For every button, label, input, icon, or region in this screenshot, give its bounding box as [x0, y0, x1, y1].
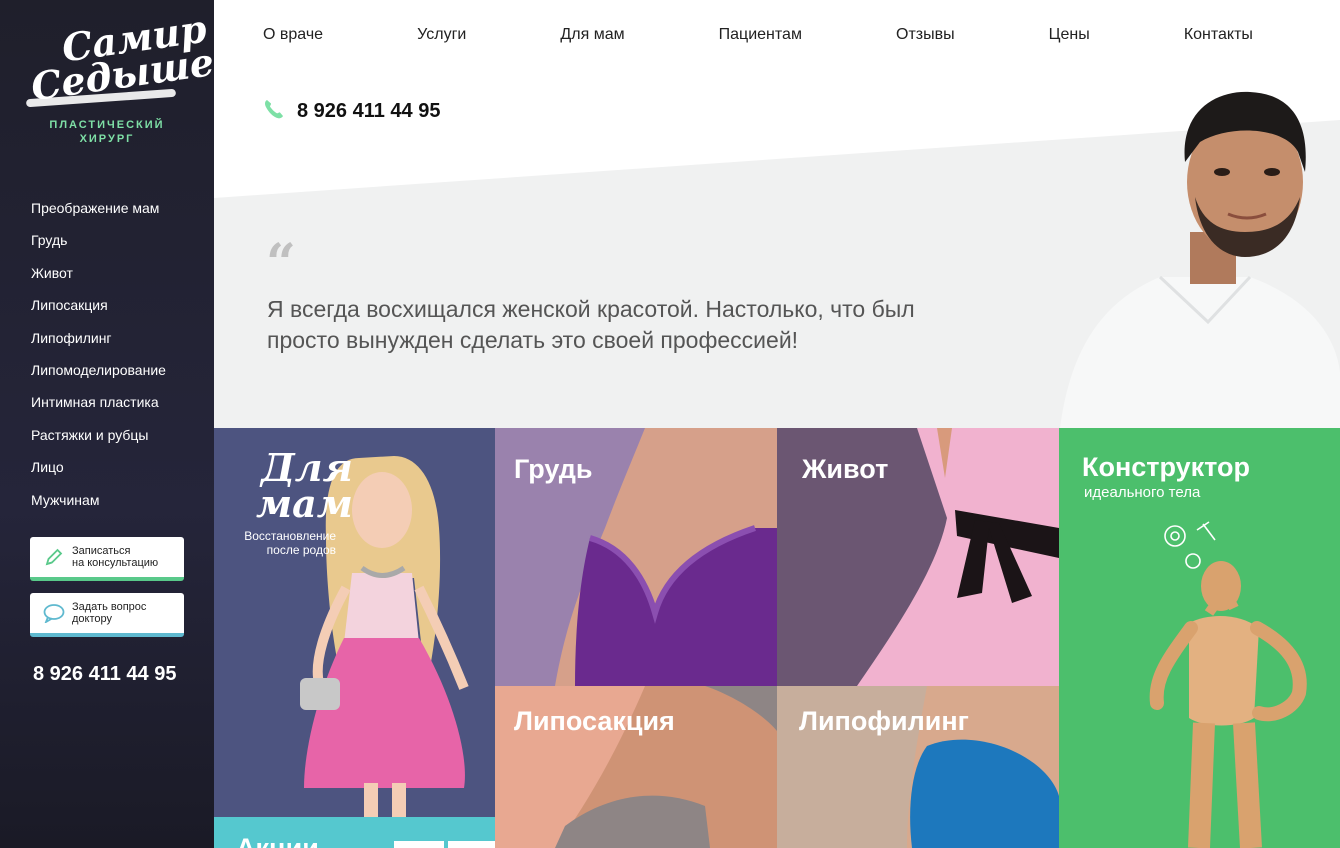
ask-doctor-line1: Задать вопрос	[72, 601, 147, 613]
speech-bubble-icon	[40, 603, 68, 623]
sidebar: Самир Седышев ПЛАСТИЧЕСКИЙ ХИРУРГ Преобр…	[0, 0, 241, 848]
sidebar-item-mom-makeover[interactable]: Преображение мам	[31, 192, 166, 224]
tile-promotions-title: Акции	[236, 833, 319, 848]
tile-abdomen[interactable]: Живот	[777, 428, 1059, 686]
header-phone[interactable]: 8 926 411 44 95	[263, 98, 440, 125]
logo-subtitle: ПЛАСТИЧЕСКИЙ ХИРУРГ	[22, 118, 192, 146]
phone-icon	[263, 98, 285, 125]
sidebar-item-intimate[interactable]: Интимная пластика	[31, 386, 166, 418]
sidebar-item-breast[interactable]: Грудь	[31, 224, 166, 256]
tile-body-constructor-title: Конструктор	[1082, 452, 1251, 482]
book-consultation-line2: на консультацию	[72, 557, 159, 569]
sidebar-item-lipofilling[interactable]: Липофилинг	[31, 322, 166, 354]
ask-doctor-label: Задать вопрос доктору	[72, 601, 146, 625]
book-consultation-line1: Записаться	[72, 545, 131, 557]
quote-text: Я всегда восхищался женской красотой. На…	[267, 296, 915, 353]
tile-liposuction[interactable]: Липосакция	[495, 686, 777, 848]
tile-promotions[interactable]: Акции	[214, 817, 495, 848]
tile-for-moms-title: Для мам	[256, 449, 353, 526]
sidebar-item-liposuction[interactable]: Липосакция	[31, 289, 166, 321]
tile-breast[interactable]: Грудь	[495, 428, 777, 686]
gear-icon	[1164, 521, 1216, 569]
header-phone-number: 8 926 411 44 95	[297, 100, 441, 122]
tile-body-constructor-subtitle: идеального тела	[1084, 484, 1201, 501]
tile-abdomen-title: Живот	[802, 454, 889, 484]
tile-breast-title: Грудь	[514, 454, 593, 484]
nav-services[interactable]: Услуги	[417, 26, 466, 44]
book-consultation-button[interactable]: Записаться на консультацию	[30, 537, 184, 581]
sidebar-nav: Преображение мам Грудь Живот Липосакция …	[31, 192, 166, 516]
page: Самир Седышев ПЛАСТИЧЕСКИЙ ХИРУРГ Преобр…	[0, 0, 1340, 848]
promo-card-decoration	[448, 841, 495, 848]
logo-script: Самир Седышев	[24, 6, 241, 109]
nav-for-moms[interactable]: Для мам	[560, 26, 624, 44]
sidebar-item-stretch-marks[interactable]: Растяжки и рубцы	[31, 419, 166, 451]
promo-card-decoration	[394, 841, 444, 848]
nav-about[interactable]: О враче	[263, 26, 323, 44]
sidebar-item-abdomen[interactable]: Живот	[31, 257, 166, 289]
sidebar-item-lipomodeling[interactable]: Липомоделирование	[31, 354, 166, 386]
tile-for-moms-title-line2: мам	[256, 481, 353, 526]
logo-subtitle-line2: ХИРУРГ	[79, 133, 135, 145]
top-nav: О враче Услуги Для мам Пациентам Отзывы …	[263, 26, 1253, 44]
tile-liposuction-title: Липосакция	[514, 706, 675, 736]
sidebar-item-face[interactable]: Лицо	[31, 451, 166, 483]
ask-doctor-button[interactable]: Задать вопрос доктору	[30, 593, 184, 637]
book-consultation-label: Записаться на консультацию	[72, 545, 158, 569]
tile-lipofilling-title: Липофилинг	[799, 706, 969, 736]
tile-for-moms-subtitle: Восстановление после родов	[244, 529, 336, 557]
nav-prices[interactable]: Цены	[1049, 26, 1090, 44]
nav-patients[interactable]: Пациентам	[719, 26, 802, 44]
sidebar-phone[interactable]: 8 926 411 44 95	[33, 663, 176, 686]
doctor-portrait	[1040, 72, 1340, 428]
ask-doctor-line2: доктору	[72, 613, 112, 625]
quote-mark-icon: “	[266, 233, 296, 294]
sidebar-item-men[interactable]: Мужчинам	[31, 484, 166, 516]
logo-subtitle-line1: ПЛАСТИЧЕСКИЙ	[49, 119, 165, 131]
logo[interactable]: Самир Седышев ПЛАСТИЧЕСКИЙ ХИРУРГ	[22, 6, 241, 146]
tile-lipofilling[interactable]: Липофилинг	[777, 686, 1059, 848]
nav-contacts[interactable]: Контакты	[1184, 26, 1253, 44]
nav-reviews[interactable]: Отзывы	[896, 26, 955, 44]
pencil-icon	[40, 547, 68, 567]
